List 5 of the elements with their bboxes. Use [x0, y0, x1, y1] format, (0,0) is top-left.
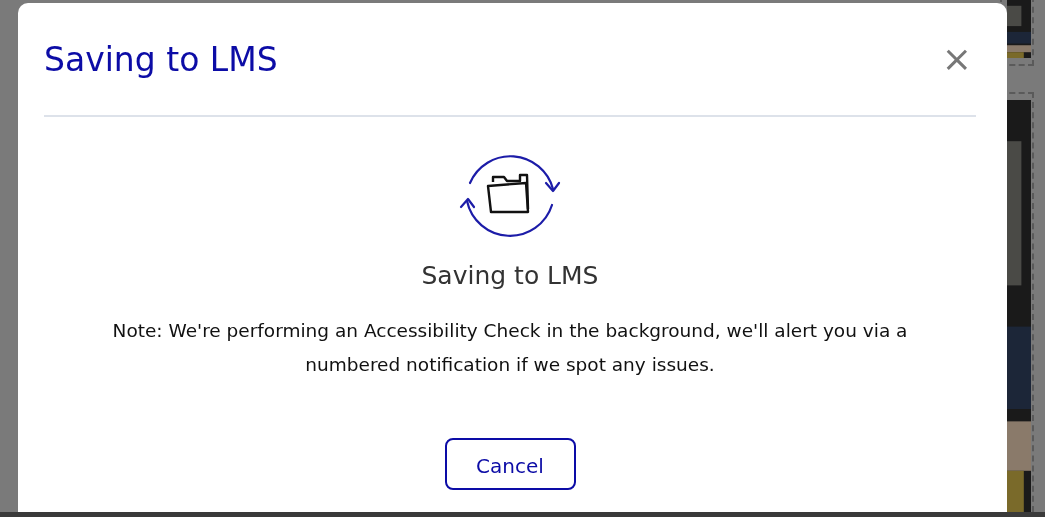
- status-heading: Saving to LMS: [421, 261, 599, 290]
- cancel-button[interactable]: Cancel: [444, 438, 576, 490]
- close-button[interactable]: ×: [937, 41, 976, 77]
- dialog-title: Saving to LMS: [44, 39, 278, 79]
- note-text: Note: We're performing an Accessibility Check in the background, we'll alert you via a numbered notification if we spot any issues.: [111, 319, 909, 377]
